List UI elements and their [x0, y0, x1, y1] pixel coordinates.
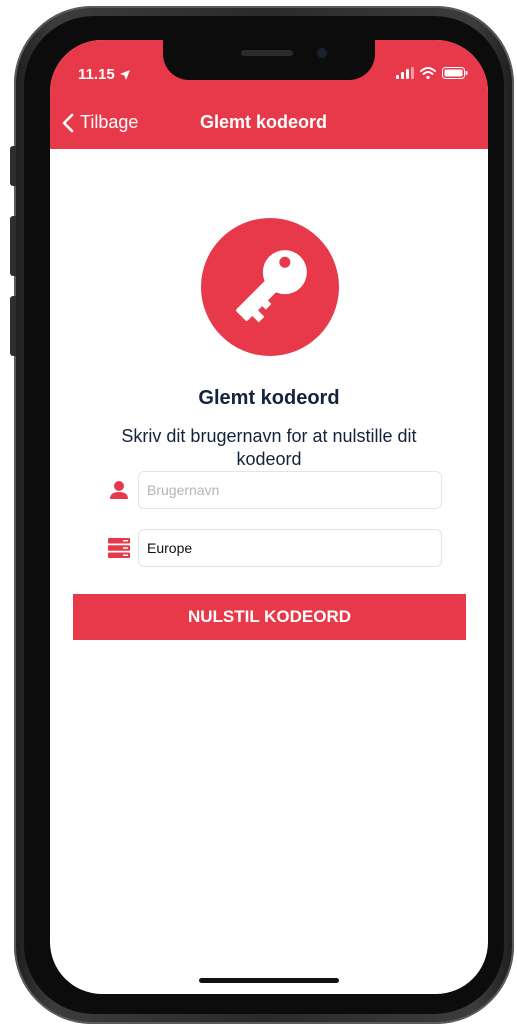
back-button-label: Tilbage	[80, 112, 139, 132]
battery-icon	[442, 67, 468, 79]
username-row	[100, 470, 442, 510]
nav-title: Glemt kodeord	[200, 112, 328, 132]
chevron-left-icon	[62, 113, 74, 132]
app-screen: 11.15 Tilbage Glemt kodeord Glemt kodeor…	[50, 40, 488, 994]
status-time-text: 11.15	[78, 66, 115, 83]
reset-password-button[interactable]: NULSTIL KODEORD	[73, 594, 466, 640]
key-icon	[236, 250, 307, 323]
status-time: 11.15	[78, 66, 131, 83]
server-select[interactable]: Europe	[138, 529, 442, 567]
mute-switch	[10, 146, 16, 186]
status-indicators	[396, 67, 468, 79]
page-description: Skriv dit brugernavn for at nulstille di…	[121, 426, 417, 469]
front-camera	[317, 48, 327, 58]
server-row: Europe	[100, 528, 442, 568]
earpiece-speaker	[241, 50, 293, 56]
server-icon	[100, 528, 138, 568]
user-icon	[100, 470, 138, 510]
key-badge	[201, 218, 339, 356]
home-indicator[interactable]	[199, 978, 339, 983]
volume-down-button	[10, 296, 16, 356]
signal-icon	[396, 67, 414, 79]
wifi-icon	[420, 67, 436, 79]
location-arrow-icon	[119, 69, 130, 80]
back-button[interactable]: Tilbage	[62, 112, 138, 133]
device-notch	[163, 40, 375, 80]
volume-up-button	[10, 216, 16, 276]
username-input[interactable]	[138, 471, 442, 509]
